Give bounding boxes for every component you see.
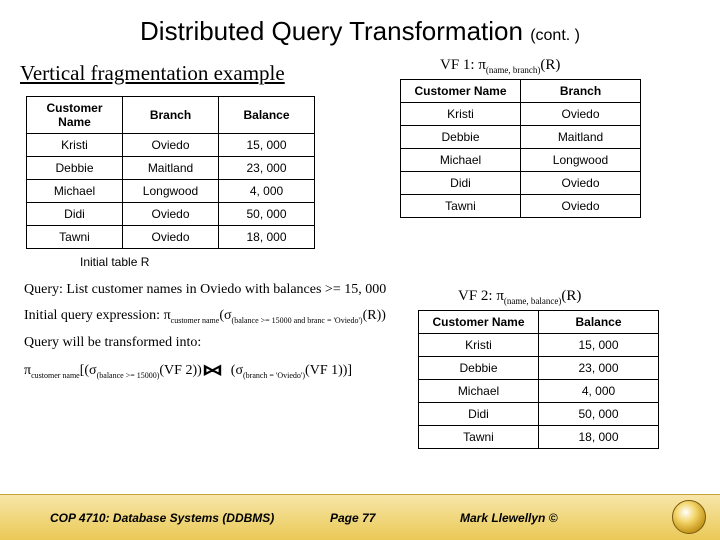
cell: Debbie	[419, 357, 539, 380]
vf2-table: Customer Name Balance Kristi15, 000 Debb…	[418, 310, 659, 449]
cell: Michael	[27, 180, 123, 203]
cell: Tawni	[419, 426, 539, 449]
cell: Longwood	[521, 149, 641, 172]
cell: Kristi	[401, 103, 521, 126]
col-header: Customer Name	[401, 80, 521, 103]
cell: 50, 000	[539, 403, 659, 426]
footer-author: Mark Llewellyn ©	[460, 511, 640, 525]
query-line2: Initial query expression: πcustomer name…	[24, 305, 414, 328]
cell: Longwood	[123, 180, 219, 203]
cell: Oviedo	[123, 226, 219, 249]
cell: Tawni	[401, 195, 521, 218]
cell: Didi	[419, 403, 539, 426]
cell: Michael	[419, 380, 539, 403]
join-icon: ⋈	[202, 359, 223, 383]
vf2-caption: VF 2: π(name, balance)(R)	[458, 288, 694, 306]
cell: Maitland	[123, 157, 219, 180]
cell: Tawni	[27, 226, 123, 249]
caption-main: Initial table R	[80, 255, 400, 269]
col-header: Balance	[219, 97, 315, 134]
vf1-table: Customer Name Branch KristiOviedo Debbie…	[400, 79, 641, 218]
cell: 15, 000	[539, 334, 659, 357]
col-header: Customer Name	[27, 97, 123, 134]
cell: 4, 000	[219, 180, 315, 203]
footer-course: COP 4710: Database Systems (DDBMS)	[50, 511, 330, 525]
cell: 23, 000	[539, 357, 659, 380]
cell: 4, 000	[539, 380, 659, 403]
cell: Kristi	[27, 134, 123, 157]
cell: 18, 000	[539, 426, 659, 449]
query-body: Query: List customer names in Oviedo wit…	[24, 279, 414, 383]
col-header: Branch	[123, 97, 219, 134]
col-header: Branch	[521, 80, 641, 103]
cell: Oviedo	[521, 172, 641, 195]
cell: 15, 000	[219, 134, 315, 157]
col-header: Balance	[539, 311, 659, 334]
initial-table: Customer Name Branch Balance KristiOvied…	[26, 96, 315, 249]
cell: Michael	[401, 149, 521, 172]
cell: Oviedo	[123, 203, 219, 226]
title-main: Distributed Query Transformation	[140, 16, 523, 46]
cell: Kristi	[419, 334, 539, 357]
cell: Didi	[27, 203, 123, 226]
footer: COP 4710: Database Systems (DDBMS) Page …	[0, 494, 720, 540]
cell: Oviedo	[123, 134, 219, 157]
cell: 23, 000	[219, 157, 315, 180]
cell: Didi	[401, 172, 521, 195]
vf1-caption: VF 1: π(name, branch)(R)	[440, 57, 700, 75]
cell: Maitland	[521, 126, 641, 149]
subtitle: Vertical fragmentation example	[20, 61, 400, 86]
footer-page: Page 77	[330, 511, 460, 525]
query-line1: Query: List customer names in Oviedo wit…	[24, 279, 414, 301]
query-line4: πcustomer name[(σ(balance >= 15000)(VF 2…	[24, 358, 414, 383]
ucf-logo-icon	[672, 500, 706, 534]
query-line3: Query will be transformed into:	[24, 332, 414, 354]
cell: Debbie	[27, 157, 123, 180]
col-header: Customer Name	[419, 311, 539, 334]
cell: Oviedo	[521, 195, 641, 218]
cell: 50, 000	[219, 203, 315, 226]
title-cont: (cont. )	[530, 27, 580, 44]
cell: 18, 000	[219, 226, 315, 249]
slide-title: Distributed Query Transformation (cont. …	[20, 16, 700, 47]
cell: Debbie	[401, 126, 521, 149]
cell: Oviedo	[521, 103, 641, 126]
